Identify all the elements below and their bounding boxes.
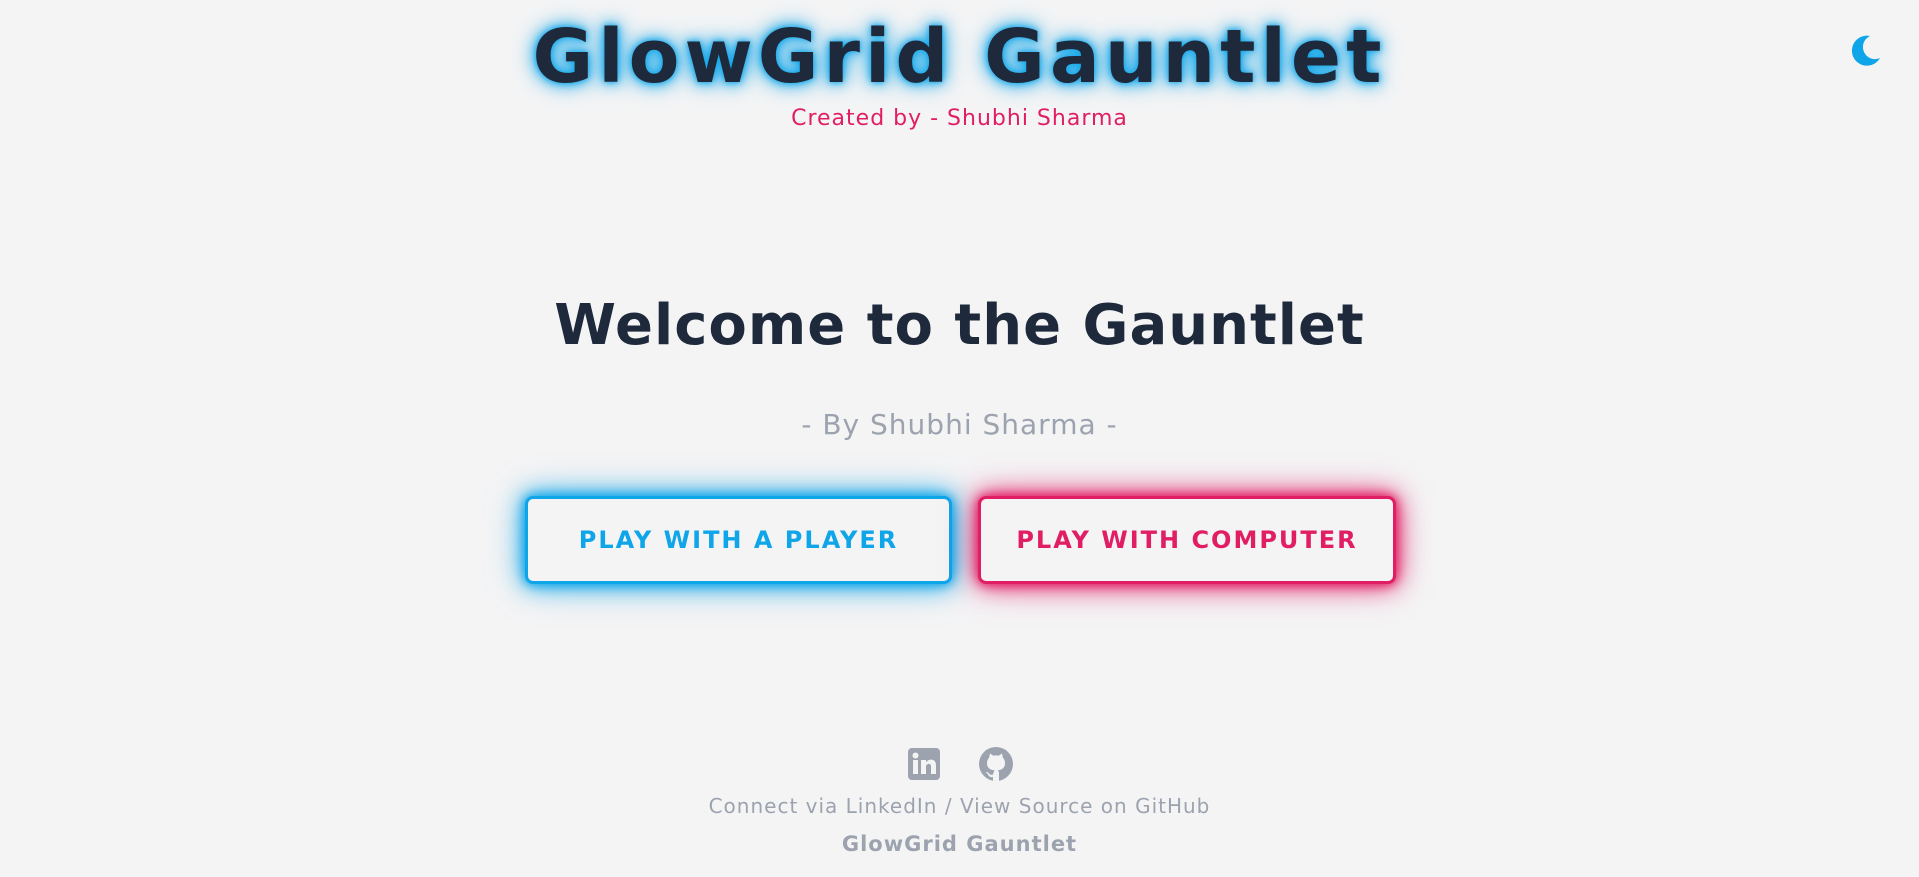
welcome-heading: Welcome to the Gauntlet — [554, 293, 1365, 358]
moon-icon — [1851, 35, 1880, 66]
social-links — [0, 746, 1919, 782]
github-icon — [978, 747, 1013, 781]
linkedin-icon — [907, 748, 940, 780]
github-link[interactable] — [978, 746, 1014, 782]
play-with-player-button[interactable]: PLAY WITH A PLAYER — [525, 496, 952, 584]
github-text-link[interactable]: View Source on GitHub — [960, 794, 1210, 818]
app-title: GlowGrid Gauntlet — [532, 14, 1387, 100]
footer-separator: / — [937, 794, 960, 818]
footer-links: Connect via LinkedIn / View Source on Gi… — [0, 794, 1919, 818]
footer-brand: GlowGrid Gauntlet — [841, 832, 1078, 856]
linkedin-link[interactable] — [906, 746, 942, 782]
creator-credit: Created by - Shubhi Sharma — [791, 106, 1128, 131]
play-with-computer-button[interactable]: PLAY WITH COMPUTER — [978, 496, 1396, 584]
page: GlowGrid Gauntlet Created by - Shubhi Sh… — [0, 0, 1919, 877]
author-byline: - By Shubhi Sharma - — [801, 408, 1118, 441]
theme-toggle-button[interactable] — [1846, 32, 1884, 70]
linkedin-text-link[interactable]: Connect via LinkedIn — [709, 794, 938, 818]
